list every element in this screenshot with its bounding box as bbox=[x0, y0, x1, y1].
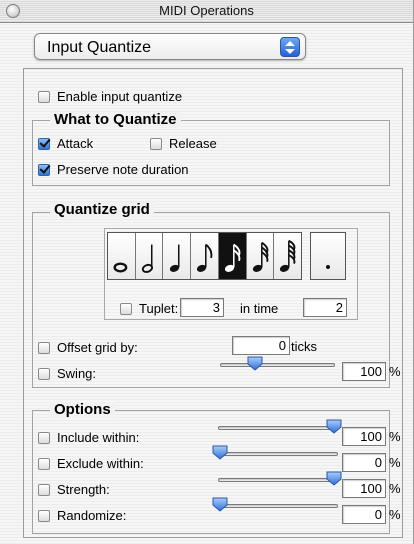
midi-operations-window: MIDI Operations Input Quantize Enable in… bbox=[0, 0, 414, 544]
include-within-slider-track[interactable] bbox=[218, 426, 338, 430]
include-within-label: Include within: bbox=[57, 430, 140, 445]
attack-label: Attack bbox=[57, 136, 94, 151]
include-within-slider-thumb[interactable] bbox=[326, 419, 342, 434]
strength-slider-track[interactable] bbox=[218, 478, 338, 482]
title-bar[interactable]: MIDI Operations bbox=[0, 0, 413, 23]
enable-input-quantize-label: Enable input quantize bbox=[57, 89, 183, 104]
half-note-icon[interactable] bbox=[135, 233, 164, 279]
swing-unit: % bbox=[389, 364, 401, 379]
options-title: Options bbox=[50, 402, 115, 418]
include-within-field[interactable]: 100 bbox=[342, 427, 386, 446]
preserve-note-duration-label: Preserve note duration bbox=[57, 162, 189, 177]
window-title: MIDI Operations bbox=[159, 3, 254, 18]
release-label: Release bbox=[169, 136, 217, 151]
randomize-checkbox[interactable] bbox=[38, 509, 50, 522]
release-option[interactable]: Release bbox=[150, 136, 217, 151]
attack-checkbox[interactable] bbox=[38, 137, 50, 150]
offset-grid-label: Offset grid by: bbox=[57, 340, 138, 355]
randomize-label: Randomize: bbox=[57, 508, 127, 523]
exclude-within-slider-track[interactable] bbox=[218, 452, 338, 456]
what-to-quantize-title: What to Quantize bbox=[50, 112, 181, 128]
randomize-field[interactable]: 0 bbox=[342, 505, 386, 524]
randomize-slider-thumb[interactable] bbox=[212, 497, 228, 512]
whole-note-icon[interactable] bbox=[108, 233, 136, 279]
strength-option[interactable]: Strength: bbox=[38, 482, 110, 497]
strength-label: Strength: bbox=[57, 482, 110, 497]
offset-ticks-field[interactable]: 0 bbox=[232, 336, 290, 355]
popup-arrows-icon bbox=[280, 37, 300, 57]
exclude-within-field[interactable]: 0 bbox=[342, 453, 386, 472]
swing-slider-thumb[interactable] bbox=[247, 356, 263, 371]
attack-option[interactable]: Attack bbox=[38, 136, 93, 151]
exclude-within-checkbox[interactable] bbox=[38, 457, 50, 470]
offset-grid-option[interactable]: Offset grid by: bbox=[38, 340, 138, 355]
tuplet-checkbox[interactable] bbox=[120, 302, 132, 315]
eighth-note-icon[interactable] bbox=[191, 233, 219, 279]
preserve-note-duration-checkbox[interactable] bbox=[38, 163, 50, 176]
swing-field[interactable]: 100 bbox=[342, 362, 386, 381]
operation-popup-label: Input Quantize bbox=[47, 39, 152, 56]
enable-input-quantize[interactable]: Enable input quantize bbox=[38, 89, 182, 104]
tuplet-field[interactable]: 3 bbox=[180, 298, 224, 317]
offset-grid-checkbox[interactable] bbox=[38, 341, 50, 354]
strength-slider-thumb[interactable] bbox=[326, 471, 342, 486]
operation-popup[interactable]: Input Quantize bbox=[34, 33, 306, 60]
exclude-within-option[interactable]: Exclude within: bbox=[38, 456, 144, 471]
strength-checkbox[interactable] bbox=[38, 483, 50, 496]
ticks-unit: ticks bbox=[291, 339, 317, 354]
exclude-within-unit: % bbox=[389, 455, 401, 470]
thirty-second-note-icon[interactable] bbox=[246, 233, 275, 279]
strength-field[interactable]: 100 bbox=[342, 479, 386, 498]
strength-unit: % bbox=[389, 481, 401, 496]
randomize-option[interactable]: Randomize: bbox=[38, 508, 126, 523]
sixty-fourth-note-icon[interactable] bbox=[274, 233, 302, 279]
tuplet-option[interactable]: Tuplet: bbox=[120, 301, 178, 316]
quantize-grid-title: Quantize grid bbox=[50, 202, 154, 218]
in-time-label: in time bbox=[240, 301, 279, 316]
enable-input-quantize-checkbox[interactable] bbox=[38, 90, 50, 103]
randomize-slider-track[interactable] bbox=[218, 504, 338, 508]
dotted-note-toggle[interactable] bbox=[310, 232, 346, 280]
exclude-within-label: Exclude within: bbox=[57, 456, 144, 471]
release-checkbox[interactable] bbox=[150, 137, 162, 150]
swing-checkbox[interactable] bbox=[38, 367, 50, 380]
exclude-within-slider-thumb[interactable] bbox=[212, 445, 228, 460]
sixteenth-note-icon[interactable] bbox=[218, 233, 247, 279]
quarter-note-icon[interactable] bbox=[163, 233, 192, 279]
swing-label: Swing: bbox=[57, 366, 97, 381]
in-time-field[interactable]: 2 bbox=[303, 298, 347, 317]
swing-slider-track[interactable] bbox=[220, 363, 335, 367]
include-within-unit: % bbox=[389, 429, 401, 444]
include-within-checkbox[interactable] bbox=[38, 431, 50, 444]
randomize-unit: % bbox=[389, 507, 401, 522]
swing-option[interactable]: Swing: bbox=[38, 366, 96, 381]
include-within-option[interactable]: Include within: bbox=[38, 430, 139, 445]
tuplet-label: Tuplet: bbox=[139, 301, 179, 316]
preserve-note-duration-option[interactable]: Preserve note duration bbox=[38, 162, 189, 177]
note-value-selector[interactable] bbox=[107, 232, 302, 280]
